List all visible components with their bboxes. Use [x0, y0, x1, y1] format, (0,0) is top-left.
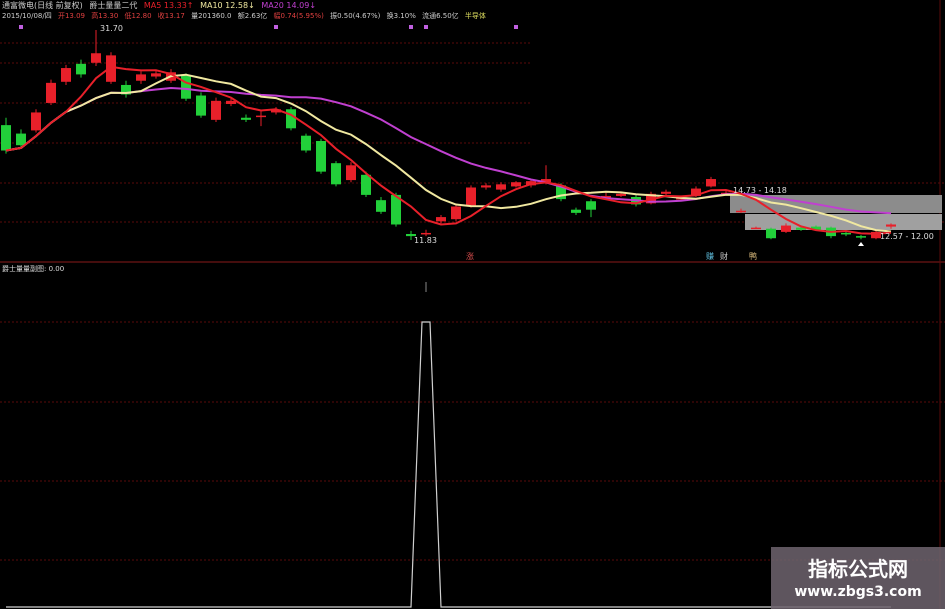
candle-down [1, 125, 11, 151]
candle-up [421, 232, 431, 235]
candle-up [466, 187, 476, 206]
candle-down [586, 201, 596, 210]
candle-up [736, 210, 746, 213]
candle-down [196, 95, 206, 116]
candle-down [571, 209, 581, 213]
candle-down [841, 232, 851, 235]
signal-tag-wealth: 财 [720, 252, 728, 261]
candle-down [241, 117, 251, 120]
zone-lower-label: 12.57 - 12.00 [880, 232, 934, 241]
candle-down [766, 228, 776, 239]
candle-up [751, 227, 761, 230]
candle-down [331, 163, 341, 185]
candle-down [286, 109, 296, 129]
low-arrow-marker [858, 242, 864, 246]
candle-down [181, 75, 191, 99]
signal-tag-rise: 涨 [466, 252, 474, 261]
candle-up [781, 225, 791, 232]
candle-up [886, 224, 896, 227]
signal-tag-duck: 鸭 [749, 252, 757, 261]
sub-panel-label: 爵士量量副图: 0.00 [2, 265, 65, 273]
candle-up [616, 193, 626, 196]
support-zone [745, 214, 942, 230]
candle-down [16, 133, 26, 146]
candle-down [316, 140, 326, 172]
candle-up [706, 179, 716, 187]
candle-up [46, 82, 56, 103]
candle-up [91, 53, 101, 63]
low-price-label: 11.83 [414, 236, 437, 245]
candle-up [136, 74, 146, 81]
watermark: 指标公式网 www.zbgs3.com [771, 547, 945, 609]
candle-down [76, 63, 86, 75]
candle-up [31, 112, 41, 131]
candle-up [211, 100, 221, 120]
signal-tag-earn: 赚 [706, 252, 714, 261]
signal-marker [409, 25, 413, 29]
watermark-url: www.zbgs3.com [794, 584, 922, 600]
candle-down [361, 174, 371, 195]
candle-up [346, 165, 356, 181]
watermark-title: 指标公式网 [808, 557, 908, 581]
signal-marker [514, 25, 518, 29]
candle-up [436, 217, 446, 222]
signal-line [6, 321, 891, 608]
candle-down [301, 135, 311, 151]
candle-up [481, 185, 491, 188]
candle-up [256, 115, 266, 118]
high-price-label: 31.70 [100, 24, 123, 33]
candle-up [496, 184, 506, 190]
signal-marker [19, 25, 23, 29]
candle-down [856, 236, 866, 238]
candlestick-chart[interactable] [0, 0, 945, 609]
zone-upper-label: 14.73 - 14.18 [733, 186, 787, 195]
signal-marker [274, 25, 278, 29]
candle-up [451, 206, 461, 220]
candle-up [61, 68, 71, 82]
candle-up [661, 191, 671, 194]
candle-up [511, 182, 521, 187]
candle-up [151, 73, 161, 77]
signal-marker [424, 25, 428, 29]
candle-down [376, 200, 386, 212]
candle-up [226, 100, 236, 104]
